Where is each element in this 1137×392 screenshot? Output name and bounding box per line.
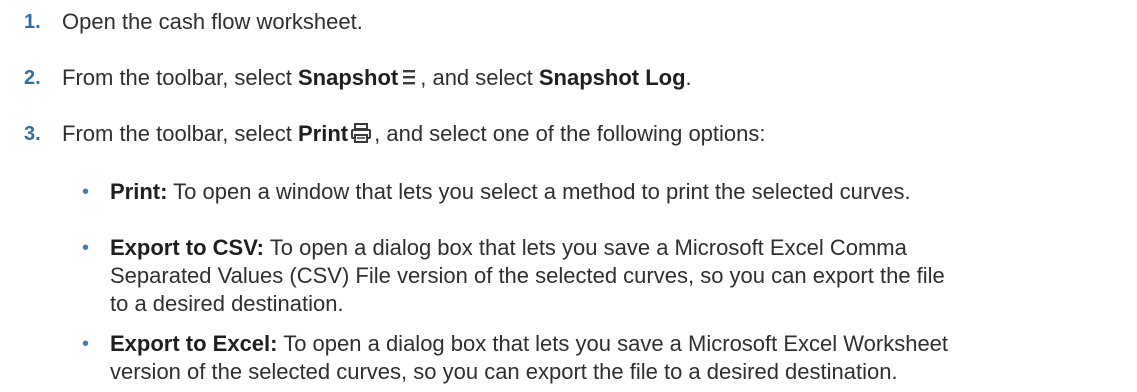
- option-text: Print: To open a window that lets you se…: [110, 178, 1120, 206]
- option-text: Export to Excel: To open a dialog box th…: [110, 330, 1120, 386]
- print-icon: [350, 122, 372, 151]
- step-text: From the toolbar, select Snapshot , and s…: [62, 64, 692, 95]
- bullet: •: [82, 181, 90, 203]
- step-number: 3.: [24, 123, 41, 145]
- step-text: From the toolbar, select Print , and sele…: [62, 120, 766, 151]
- text-run: From the toolbar, select: [62, 121, 298, 146]
- option-desc: Separated Values (CSV) File version of t…: [110, 263, 945, 288]
- option-desc: To open a window that lets you select a …: [167, 179, 911, 204]
- option-desc: version of the selected curves, so you c…: [110, 359, 898, 384]
- bullet: •: [82, 237, 90, 259]
- text-run: From the toolbar, select: [62, 65, 298, 90]
- snapshot-log-label: Snapshot Log: [538, 65, 686, 90]
- text-run: , and select: [420, 65, 539, 90]
- bullet: •: [82, 333, 90, 355]
- step-number: 1.: [24, 11, 41, 33]
- text-run: .: [685, 65, 692, 90]
- option-label: Export to Excel:: [110, 331, 278, 356]
- step-text: Open the cash flow worksheet.: [62, 9, 363, 34]
- text-run: , and select one of the following option…: [374, 121, 766, 146]
- instructions-document: 1. Open the cash flow worksheet. 2. From…: [0, 0, 1137, 392]
- option-text: Export to CSV: To open a dialog box that…: [110, 234, 1120, 318]
- option-desc: to a desired destination.: [110, 291, 344, 316]
- option-desc: To open a dialog box that lets you save …: [264, 235, 907, 260]
- step-number: 2.: [24, 67, 41, 89]
- snapshot-label: Snapshot: [298, 65, 399, 90]
- print-label: Print: [298, 121, 349, 146]
- option-desc: To open a dialog box that lets you save …: [277, 331, 949, 356]
- option-label: Export to CSV:: [110, 235, 265, 260]
- option-label: Print:: [110, 179, 168, 204]
- menu-lines-icon: [400, 67, 418, 95]
